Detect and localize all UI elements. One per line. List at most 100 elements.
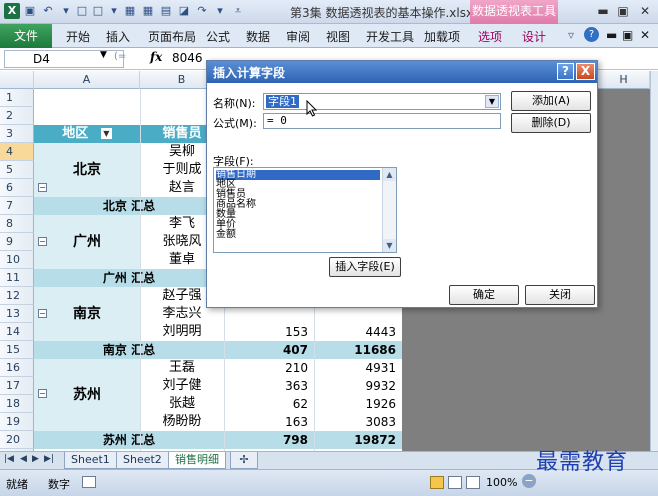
excel-app-icon[interactable]: X [4, 3, 20, 19]
ribbon-expand-icon[interactable]: ▿ [568, 28, 574, 42]
pivot-subtotal-amount[interactable]: 11686 [314, 341, 402, 359]
prev-sheet-icon[interactable]: ◀ [20, 454, 27, 464]
first-sheet-icon[interactable]: |◀ [4, 454, 14, 464]
tab-view[interactable]: 视图 [326, 28, 350, 45]
row-header[interactable]: 16 [0, 359, 34, 377]
row-header[interactable]: 9 [0, 233, 34, 251]
pivot-region-nanjing[interactable]: 南京 [34, 287, 140, 341]
customize-qa-icon[interactable]: ⩡ [230, 3, 246, 19]
chart-icon[interactable]: ▦ [122, 3, 138, 19]
restore-icon[interactable]: ▣ [614, 3, 632, 19]
pivot-value-qty[interactable]: 62 [224, 395, 314, 413]
pivot-value-amount[interactable]: 9932 [314, 377, 402, 395]
column-header-h[interactable]: H [598, 71, 650, 89]
window-close-icon[interactable]: ✕ [636, 3, 654, 19]
pivot-subtotal-beijing[interactable]: 北京 汇总 [34, 197, 224, 215]
pivot-subtotal-amount[interactable]: 19872 [314, 431, 402, 449]
pivot-icon[interactable]: ▤ [158, 3, 174, 19]
collapse-icon[interactable]: − [38, 309, 47, 318]
name-box-dropdown-icon[interactable]: ▼ [100, 50, 107, 60]
zoom-level[interactable]: 100% [486, 476, 517, 489]
formula-input[interactable]: = 0 [263, 113, 501, 129]
ok-button[interactable]: 确定 [449, 285, 519, 305]
tab-developer[interactable]: 开发工具 [366, 28, 414, 45]
fx-icon[interactable]: fx [150, 50, 162, 64]
row-header[interactable]: 2 [0, 107, 34, 125]
pivot-value-qty[interactable]: 363 [224, 377, 314, 395]
qa-dropdown-icon[interactable]: ▾ [58, 3, 74, 19]
qa-dropdown-icon-2[interactable]: ▾ [106, 3, 122, 19]
row-header[interactable]: 6 [0, 179, 34, 197]
scroll-up-icon[interactable]: ▲ [383, 168, 396, 181]
pivot-person[interactable]: 刘子健 [140, 377, 224, 395]
sheet-tab-sales-detail[interactable]: 销售明细 [168, 452, 226, 469]
pivot-subtotal-suzhou[interactable]: 苏州 汇总 [34, 431, 224, 449]
row-header[interactable]: 18 [0, 395, 34, 413]
row-header[interactable]: 3 [0, 125, 34, 143]
new-sheet-icon[interactable]: ✢ [230, 452, 258, 469]
pivot-value-qty[interactable]: 163 [224, 413, 314, 431]
dialog-title-bar[interactable]: 插入计算字段 ? X [207, 61, 597, 83]
field-item-sales-date[interactable]: 销售日期 [216, 170, 380, 180]
pivot-value-qty[interactable]: 153 [224, 323, 314, 341]
minimize-icon[interactable]: ▬ [594, 3, 612, 19]
filter-dropdown-icon[interactable]: ▼ [100, 128, 112, 139]
row-header[interactable]: 7 [0, 197, 34, 215]
collapse-icon[interactable]: − [38, 389, 47, 398]
row-header[interactable]: 12 [0, 287, 34, 305]
row-header[interactable]: 5 [0, 161, 34, 179]
chevron-down-icon[interactable]: ▼ [485, 95, 499, 108]
column-header-a[interactable]: A [34, 71, 140, 89]
print-preview-icon[interactable]: ◪ [176, 3, 192, 19]
pivot-region-guangzhou[interactable]: 广州 [34, 215, 140, 269]
collapse-icon[interactable]: − [38, 237, 47, 246]
close-button[interactable]: 关闭 [525, 285, 595, 305]
row-header[interactable]: 13 [0, 305, 34, 323]
undo-icon[interactable]: ↶ [40, 3, 56, 19]
ribbon-close-icon[interactable]: ✕ [640, 28, 650, 42]
tab-page-layout[interactable]: 页面布局 [148, 28, 196, 45]
pivot-value-qty[interactable]: 210 [224, 359, 314, 377]
pivot-value-amount[interactable]: 1926 [314, 395, 402, 413]
ribbon-restore-icon[interactable]: ▣ [622, 28, 633, 42]
vertical-scrollbar[interactable] [650, 71, 658, 451]
pivot-subtotal-qty[interactable]: 407 [224, 341, 314, 359]
row-header[interactable]: 14 [0, 323, 34, 341]
dialog-close-icon[interactable]: X [576, 63, 595, 80]
pivot-value-amount[interactable]: 4931 [314, 359, 402, 377]
page-break-view-icon[interactable] [466, 476, 480, 489]
select-all-corner[interactable] [0, 71, 34, 89]
qa-dropdown-icon-3[interactable]: ▾ [212, 3, 228, 19]
pivot-header-region[interactable]: 地区 ▼ [34, 125, 140, 143]
pivot-region-beijing[interactable]: 北京 [34, 143, 140, 197]
new-file-icon[interactable]: □ [74, 3, 90, 19]
tab-insert[interactable]: 插入 [106, 28, 130, 45]
tab-formulas[interactable]: 公式 [206, 28, 230, 45]
row-header[interactable]: 11 [0, 269, 34, 287]
pivot-region-suzhou[interactable]: 苏州 [34, 359, 140, 431]
tab-review[interactable]: 审阅 [286, 28, 310, 45]
tab-design[interactable]: 设计 [522, 28, 546, 45]
name-combobox[interactable]: 字段1 ▼ [263, 93, 501, 110]
next-sheet-icon[interactable]: ▶ [32, 454, 39, 464]
zoom-out-icon[interactable]: − [522, 474, 536, 488]
fields-listbox[interactable]: 销售日期 地区 销售员 商品名称 数量 单价 金额 ▲ ▼ [213, 167, 397, 253]
collapse-icon[interactable]: − [38, 183, 47, 192]
row-header[interactable]: 17 [0, 377, 34, 395]
pivot-person[interactable]: 张越 [140, 395, 224, 413]
pivot-subtotal-nanjing[interactable]: 南京 汇总 [34, 341, 224, 359]
row-header[interactable]: 15 [0, 341, 34, 359]
row-header[interactable]: 8 [0, 215, 34, 233]
delete-button[interactable]: 删除(D) [511, 113, 591, 133]
pivot-value-amount[interactable]: 3083 [314, 413, 402, 431]
formula-value[interactable]: 8046 [172, 51, 203, 65]
row-header[interactable]: 4 [0, 143, 34, 161]
pivot-person[interactable]: 王磊 [140, 359, 224, 377]
open-file-icon[interactable]: □ [90, 3, 106, 19]
page-layout-view-icon[interactable] [448, 476, 462, 489]
dialog-help-icon[interactable]: ? [557, 63, 574, 80]
ribbon-minimize-icon[interactable]: ▬ [606, 28, 617, 42]
tab-addins[interactable]: 加载项 [424, 28, 460, 45]
pivot-subtotal-qty[interactable]: 798 [224, 431, 314, 449]
tab-data[interactable]: 数据 [246, 28, 270, 45]
